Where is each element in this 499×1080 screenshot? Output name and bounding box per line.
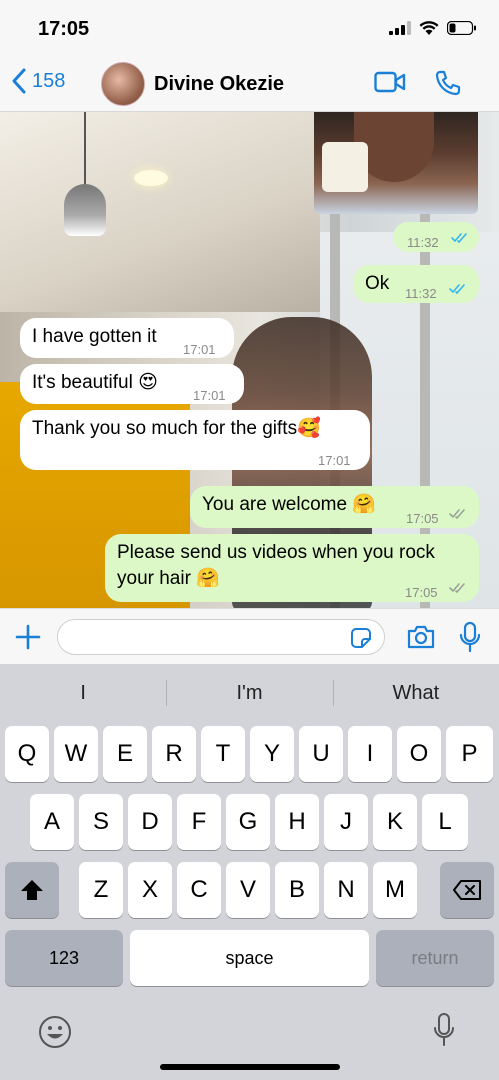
key-o[interactable]: O bbox=[397, 726, 441, 782]
message-text: I have gotten it bbox=[32, 326, 157, 347]
key-r[interactable]: R bbox=[152, 726, 196, 782]
contact-name[interactable]: Divine Okezie bbox=[154, 73, 284, 96]
message-time: 17:05 bbox=[405, 585, 438, 600]
message-bubble[interactable]: It's beautiful 😍 17:01 bbox=[20, 364, 244, 404]
message-time: 11:32 bbox=[407, 235, 439, 250]
wallpaper-ceiling bbox=[0, 112, 320, 312]
delivered-receipt-icon bbox=[449, 583, 465, 593]
backspace-icon bbox=[453, 880, 481, 900]
wallpaper-ceiling-light bbox=[134, 170, 168, 186]
key-h[interactable]: H bbox=[275, 794, 319, 850]
microphone-icon[interactable] bbox=[459, 621, 481, 653]
sticker-icon[interactable] bbox=[349, 626, 373, 650]
key-w[interactable]: W bbox=[54, 726, 98, 782]
read-receipt-icon bbox=[451, 233, 467, 243]
chevron-left-icon bbox=[12, 68, 26, 94]
key-d[interactable]: D bbox=[128, 794, 172, 850]
suggestion-item[interactable]: I'm bbox=[166, 664, 332, 722]
key-i[interactable]: I bbox=[348, 726, 392, 782]
message-input[interactable] bbox=[57, 619, 385, 655]
key-x[interactable]: X bbox=[128, 862, 172, 918]
image-content bbox=[322, 142, 368, 192]
delivered-receipt-icon bbox=[449, 509, 465, 519]
key-t[interactable]: T bbox=[201, 726, 245, 782]
message-text: Ok bbox=[365, 273, 390, 294]
key-l[interactable]: L bbox=[422, 794, 468, 850]
status-bar: 17:05 bbox=[0, 0, 499, 56]
back-button[interactable]: 158 bbox=[12, 68, 65, 94]
dictation-microphone-icon[interactable] bbox=[432, 1012, 456, 1048]
chat-area[interactable]: 11:32 Ok 11:32 I have gotten it 17:01 It… bbox=[0, 112, 499, 608]
wallpaper-lamp-cord bbox=[84, 112, 86, 186]
suggestion-item[interactable]: What bbox=[332, 664, 499, 722]
shift-key[interactable] bbox=[5, 862, 59, 918]
key-c[interactable]: C bbox=[177, 862, 221, 918]
key-e[interactable]: E bbox=[103, 726, 147, 782]
message-text: Thank you so much for the gifts🥰 bbox=[32, 418, 321, 439]
wallpaper-lamp bbox=[64, 184, 106, 236]
message-text: You are welcome 🤗 bbox=[202, 494, 376, 515]
key-z[interactable]: Z bbox=[79, 862, 123, 918]
key-m[interactable]: M bbox=[373, 862, 417, 918]
return-key[interactable]: return bbox=[376, 930, 494, 986]
chat-header: 158 Divine Okezie bbox=[0, 56, 499, 112]
read-receipt-icon bbox=[449, 284, 465, 294]
home-indicator bbox=[160, 1064, 340, 1070]
message-bubble[interactable]: Thank you so much for the gifts🥰 17:01 bbox=[20, 410, 370, 470]
message-time: 17:01 bbox=[318, 453, 351, 468]
message-bubble[interactable]: I have gotten it 17:01 bbox=[20, 318, 234, 358]
message-time: 17:05 bbox=[406, 511, 439, 526]
suggestion-item[interactable]: I bbox=[0, 664, 166, 722]
status-icons bbox=[389, 20, 477, 35]
numbers-key[interactable]: 123 bbox=[5, 930, 123, 986]
message-bubble[interactable]: Please send us videos when you rock your… bbox=[105, 534, 479, 602]
phone-icon[interactable] bbox=[434, 69, 462, 97]
key-k[interactable]: K bbox=[373, 794, 417, 850]
message-bubble[interactable]: You are welcome 🤗 17:05 bbox=[190, 486, 479, 528]
key-p[interactable]: P bbox=[446, 726, 493, 782]
key-j[interactable]: J bbox=[324, 794, 368, 850]
message-input-bar bbox=[0, 608, 499, 664]
status-time: 17:05 bbox=[38, 18, 90, 40]
key-s[interactable]: S bbox=[79, 794, 123, 850]
message-bubble[interactable]: 11:32 bbox=[393, 222, 479, 252]
video-call-icon[interactable] bbox=[374, 70, 406, 94]
shift-icon bbox=[21, 880, 43, 900]
image-message[interactable] bbox=[314, 112, 478, 214]
key-f[interactable]: F bbox=[177, 794, 221, 850]
battery-icon bbox=[447, 20, 476, 35]
key-a[interactable]: A bbox=[30, 794, 74, 850]
camera-icon[interactable] bbox=[406, 624, 436, 650]
key-y[interactable]: Y bbox=[250, 726, 294, 782]
key-g[interactable]: G bbox=[226, 794, 270, 850]
message-text: It's beautiful 😍 bbox=[32, 372, 158, 393]
message-time: 17:01 bbox=[183, 342, 216, 357]
keyboard: I I'm What Q W E R T Y U I O P A S D F G… bbox=[0, 664, 499, 1080]
key-v[interactable]: V bbox=[226, 862, 270, 918]
key-n[interactable]: N bbox=[324, 862, 368, 918]
avatar[interactable] bbox=[101, 62, 145, 106]
key-b[interactable]: B bbox=[275, 862, 319, 918]
message-time: 11:32 bbox=[405, 286, 437, 301]
key-q[interactable]: Q bbox=[5, 726, 49, 782]
wifi-icon bbox=[419, 21, 439, 35]
message-bubble[interactable]: Ok 11:32 bbox=[353, 265, 479, 303]
unread-count: 158 bbox=[32, 69, 66, 92]
space-key[interactable]: space bbox=[130, 930, 369, 986]
emoji-icon[interactable] bbox=[38, 1015, 72, 1049]
cellular-signal-icon bbox=[389, 20, 411, 35]
plus-icon[interactable] bbox=[14, 623, 42, 651]
message-time: 17:01 bbox=[193, 388, 226, 403]
delete-key[interactable] bbox=[440, 862, 494, 918]
key-u[interactable]: U bbox=[299, 726, 343, 782]
predictive-suggestions: I I'm What bbox=[0, 664, 499, 722]
